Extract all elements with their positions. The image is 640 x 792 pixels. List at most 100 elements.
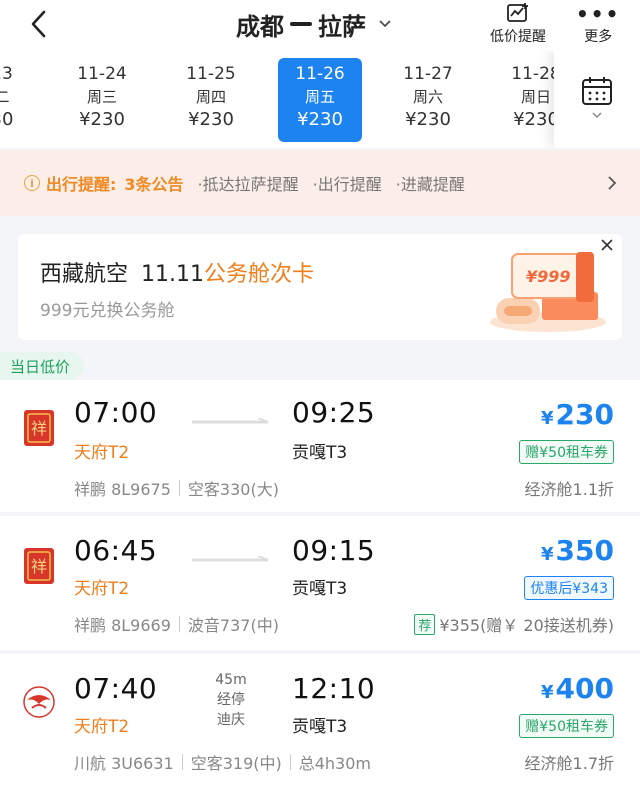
date-price: ¥230 [297,109,343,130]
xiangpeng-airline-logo: 祥 [24,548,54,584]
date-item[interactable]: 11-27 周六 ¥230 [386,58,470,142]
flight-price: ¥230 [541,398,614,431]
currency-symbol: ¥ [541,544,554,565]
price-alert-label: 低价提醒 [490,29,546,45]
divider [178,616,180,632]
weekday-label: 周六 [412,88,443,106]
date-price: 30 [0,109,14,130]
price-value: 350 [555,534,614,567]
arrival-time: 09:15 [292,534,376,567]
total-duration: 总4h30m [298,754,372,773]
currency-symbol: ¥ [541,408,554,429]
arrival-airport: 贡嘎T3 [292,579,348,599]
flight-path-arrow [192,556,269,562]
chevron-down-icon [379,20,391,28]
more-button[interactable]: ••• 更多 [576,2,620,46]
notice-count: 3条公告 [124,175,184,194]
date-label: 11-24 [77,64,127,84]
date-item-selected[interactable]: 11-26 周五 ¥230 [278,58,362,142]
date-price: ¥230 [79,109,125,130]
divider [181,754,183,770]
date-label: 11-27 [403,64,453,84]
price-trend-icon [505,2,531,26]
stopover-info: 45m 经停 迪庆 [196,670,266,730]
promo-ticket-illustration: ¥999 [490,252,606,332]
notice-title: 出行提醒: [46,175,117,194]
back-icon[interactable] [26,6,52,42]
promo-badge: 赠¥50租车券 [519,714,614,738]
promo-art-price: ¥999 [526,267,571,286]
stop-duration: 45m [215,672,247,688]
price-value: 400 [555,672,614,705]
price-alert-button[interactable]: 低价提醒 [490,2,546,46]
divider [289,754,291,770]
svg-text:祥: 祥 [31,557,47,576]
notice-item: ·出行提醒 [312,175,382,194]
divider [178,480,180,496]
top-nav-bar: 成都 拉萨 低价提醒 ••• 更多 [0,0,640,50]
xiangpeng-airline-logo: 祥 [24,410,54,446]
price-value: 230 [555,398,614,431]
cabin-discount: 经济舱1.1折 [524,480,614,499]
svg-text:祥: 祥 [31,419,47,438]
recommend-text: ¥355(赠￥ 20接送机券) [439,616,614,635]
flight-meta: 川航 3U6631 空客319(中) 总4h30m [74,750,371,774]
destination-city: 拉萨 [318,12,366,41]
origin-city: 成都 [236,12,284,41]
flight-meta: 祥鹏 8L9675 空客330(大) [74,476,279,500]
travel-notice-bar[interactable]: i 出行提醒: 3条公告 ·抵达拉萨提醒 ·出行提醒 ·进藏提醒 [0,150,640,216]
sichuan-airlines-logo [23,686,55,718]
arrival-airport: 贡嘎T3 [292,717,348,737]
departure-time: 07:40 [74,672,158,705]
promo-airline: 西藏航空 [40,262,129,287]
recommended-offer: 荐 ¥355(赠￥ 20接送机券) [414,612,614,636]
discount-badge: 优惠后¥343 [524,576,614,600]
departure-airport: 天府T2 [74,579,130,599]
weekday-label: 周三 [86,88,117,106]
flight-path-arrow [192,418,269,424]
flight-number: 祥鹏 8L9669 [74,616,171,635]
date-label: 23 [0,64,13,84]
notice-item: ·进藏提醒 [395,175,465,194]
arrival-time: 12:10 [292,672,376,705]
route-arrow-icon [290,22,312,26]
recommend-tag: 荐 [414,613,436,635]
promo-banner[interactable]: 西藏航空 11.11公务舱次卡 999元兑换公务舱 ¥999 [18,234,622,340]
flight-price: ¥400 [541,672,614,705]
flight-card[interactable]: 祥 07:00 天府T2 09:25 贡嘎T3 ¥230 赠¥50租车券 祥鹏 … [0,380,640,512]
departure-airport: 天府T2 [74,717,130,737]
flight-number: 川航 3U6631 [74,754,174,773]
currency-symbol: ¥ [541,682,554,703]
info-icon: i [24,175,40,191]
date-item[interactable]: 11-25 周四 ¥230 [169,58,253,142]
promo-event: 11.11 [141,262,204,287]
flight-card[interactable]: 07:40 天府T2 45m 经停 迪庆 12:10 贡嘎T3 ¥400 赠¥5… [0,654,640,792]
calendar-button[interactable] [554,50,640,148]
route-selector[interactable]: 成都 拉萨 [236,6,392,42]
promo-badge: 赠¥50租车券 [519,440,614,464]
aircraft-type: 空客330(大) [187,480,279,499]
low-price-tag: 当日低价 [0,352,85,380]
date-label: 11-25 [186,64,236,84]
promo-subtitle: 999元兑换公务舱 [40,301,175,321]
date-selector: 23 二 30 11-24 周三 ¥230 11-25 周四 ¥230 11-2… [0,50,640,148]
date-item[interactable]: 23 二 30 [0,58,44,142]
stop-label: 经停 [217,692,245,708]
date-price: ¥230 [405,109,451,130]
chevron-down-icon [592,112,602,119]
arrival-time: 09:25 [292,396,376,429]
more-dots-icon: ••• [576,2,621,26]
date-price: ¥230 [188,109,234,130]
date-item[interactable]: 11-24 周三 ¥230 [60,58,144,142]
flight-price: ¥350 [541,534,614,567]
more-label: 更多 [584,29,613,45]
promo-title: 西藏航空 11.11公务舱次卡 [40,256,314,288]
departure-time: 07:00 [74,396,158,429]
departure-time: 06:45 [74,534,158,567]
calendar-icon [582,77,612,105]
weekday-label: 二 [0,88,10,106]
flight-card[interactable]: 祥 06:45 天府T2 09:15 贡嘎T3 ¥350 优惠后¥343 祥鹏 … [0,516,640,650]
aircraft-type: 空客319(中) [190,754,282,773]
promo-product: 公务舱次卡 [204,262,315,287]
weekday-label: 周四 [195,88,226,106]
